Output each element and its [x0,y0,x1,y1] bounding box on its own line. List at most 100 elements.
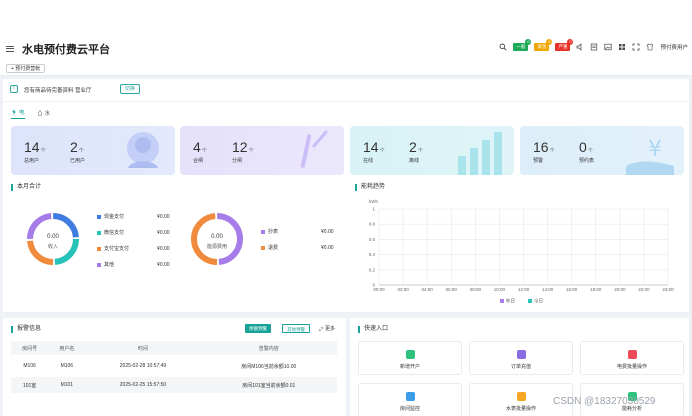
x-tick-label: 10:00 [494,287,506,292]
energy-fee-legend-item: 抄表 ¥0.00 [261,228,334,235]
alarm-urgent-badge[interactable]: 紧急 0 [534,39,553,51]
quick-entry-button[interactable]: 订单充值 [469,341,573,375]
app-title: 水电预付费云平台 [22,44,110,56]
y-tick-label: 0.8 [369,222,376,227]
stat-offline: 2个 离线 [409,139,423,164]
legend-label: 支付宝支付 [104,246,130,252]
lightning-icon [12,109,16,115]
speaker-icon[interactable] [576,43,584,51]
legend-label: 微信支付 [104,230,125,236]
tab-water-label: 水 [44,110,51,117]
alarm-severe-badge[interactable]: 严重 0 [555,39,574,51]
grid-icon[interactable] [618,43,626,51]
document-icon[interactable] [590,43,598,51]
notice-text: 您有商品待完善资料 营业厅 [24,88,92,94]
quick-entry-icon [517,350,526,359]
quick-entry-label: 新增开户 [399,364,420,370]
x-tick-label: 02:00 [397,287,409,292]
svg-text:¥: ¥ [648,137,662,162]
y-tick-label: 0.6 [369,237,376,242]
legend-label: 其他 [104,262,115,268]
header-actions: 一般 0 紧急 0 严重 0 预付费用户 [499,39,688,51]
quick-entry-icon [517,392,526,401]
table-header-row: 房间号 用户名 时间 告警内容 [11,341,337,357]
table-cell: M106 [23,363,36,369]
legend-swatch [97,230,101,235]
table-row[interactable]: 101室 M101 2025-02-25 15:57:50 房间101室当前余额0.0… [11,375,337,393]
other-warning-button[interactable]: 其他预警 [282,324,310,333]
x-tick-label: 12:00 [518,287,530,292]
table-cell: M101 [60,382,74,388]
more-label: 更多 [325,326,336,332]
x-tick-label: 18:00 [590,287,602,292]
series-legend-label: 今日 [534,298,543,305]
notice-bar [3,79,689,101]
top-blank [0,0,692,36]
search-icon[interactable] [499,43,508,51]
user-name[interactable]: 预付费用户 [660,43,688,51]
tab-water[interactable]: 水 [37,108,51,119]
alarm-general-badge[interactable]: 一般 0 [513,39,532,51]
legend-swatch [261,245,265,250]
y-tick-label: 0.4 [369,252,376,257]
series-legend-swatch [528,299,532,303]
x-tick-label: 08:00 [470,287,482,292]
energy-fee-legend-item: 退费 ¥0.00 [261,244,334,251]
series-legend-swatch [500,299,504,303]
quick-entry-label: 电费批量操作 [616,364,647,370]
table-cell: 2025-02-28 10:57:49 [119,363,167,369]
stat-total-users: 14个 总用户 [24,139,46,164]
month-total-title: 本月合计 [11,184,41,191]
energy-trend-title: 能耗趋势 [355,184,385,191]
notice-icon: ! [10,85,18,93]
menu-icon[interactable] [6,44,14,52]
table-cell: M106 [60,363,74,369]
fullscreen-icon[interactable] [632,43,640,51]
quick-entry-icon [628,350,637,359]
y-axis-label: kWh [369,199,378,204]
quick-entry-label: 房间监控 [399,406,420,412]
stat-open: 12个 分闸 [232,139,254,164]
column-header: 用户名 [59,345,75,352]
quick-entry-icon [406,392,415,401]
stat-warning: 16个 预警 [533,139,555,164]
more-link[interactable]: 更多 [318,325,335,332]
stat-online: 14个 在线 [363,139,385,164]
stat-reserved: 0个 预约表 [579,139,595,164]
link-icon [318,326,324,331]
legend-label: 退费 [268,245,279,251]
stat-close: 4个 合闸 [193,139,207,164]
table-cell: 101室 [22,382,37,389]
quick-entry-button[interactable]: 房间监控 [358,383,462,416]
image-icon[interactable] [604,43,613,51]
income-legend-item: 支付宝支付 ¥0.00 [97,245,170,252]
prepaid-tag[interactable]: + 预付费营帐 [6,64,46,73]
x-tick-label: 06:00 [446,287,458,292]
energy-tabs: 电 水 [11,108,50,119]
balance-warning-button[interactable]: 余额预警 [245,324,271,333]
legend-value: ¥0.00 [157,261,170,268]
legend-label: 现金支付 [104,214,125,220]
x-tick-label: 22:00 [638,287,650,292]
x-tick-label: 14:00 [542,287,554,292]
quick-access-title: 快速入口 [358,326,388,333]
quick-entry-icon [406,350,415,359]
energy-fee-donut-label: 能源费用 [206,244,227,250]
tab-electricity[interactable]: 电 [11,108,25,119]
column-header: 时间 [137,345,148,352]
table-row[interactable]: M106 M106 2025-02-28 10:57:49 房间M106当前余额10.… [11,357,337,375]
quick-entry-button[interactable]: 新增开户 [358,341,462,375]
alarm-severe-count: 0 [567,39,574,45]
switch-button[interactable]: 切换 [120,84,141,94]
tab-electricity-label: 电 [19,110,25,116]
sub-toolbar [0,62,692,76]
shirt-icon[interactable] [646,43,654,51]
x-tick-label: 20:00 [614,287,626,292]
x-tick-label: 04:00 [422,287,434,292]
legend-value: ¥0.00 [321,228,334,235]
column-header: 房间号 [22,345,38,352]
watermark: CSDN @18327030529 [553,396,656,407]
water-drop-icon [37,109,42,116]
y-tick-label: 0.2 [369,267,376,272]
quick-entry-button[interactable]: 电费批量操作 [580,341,684,375]
